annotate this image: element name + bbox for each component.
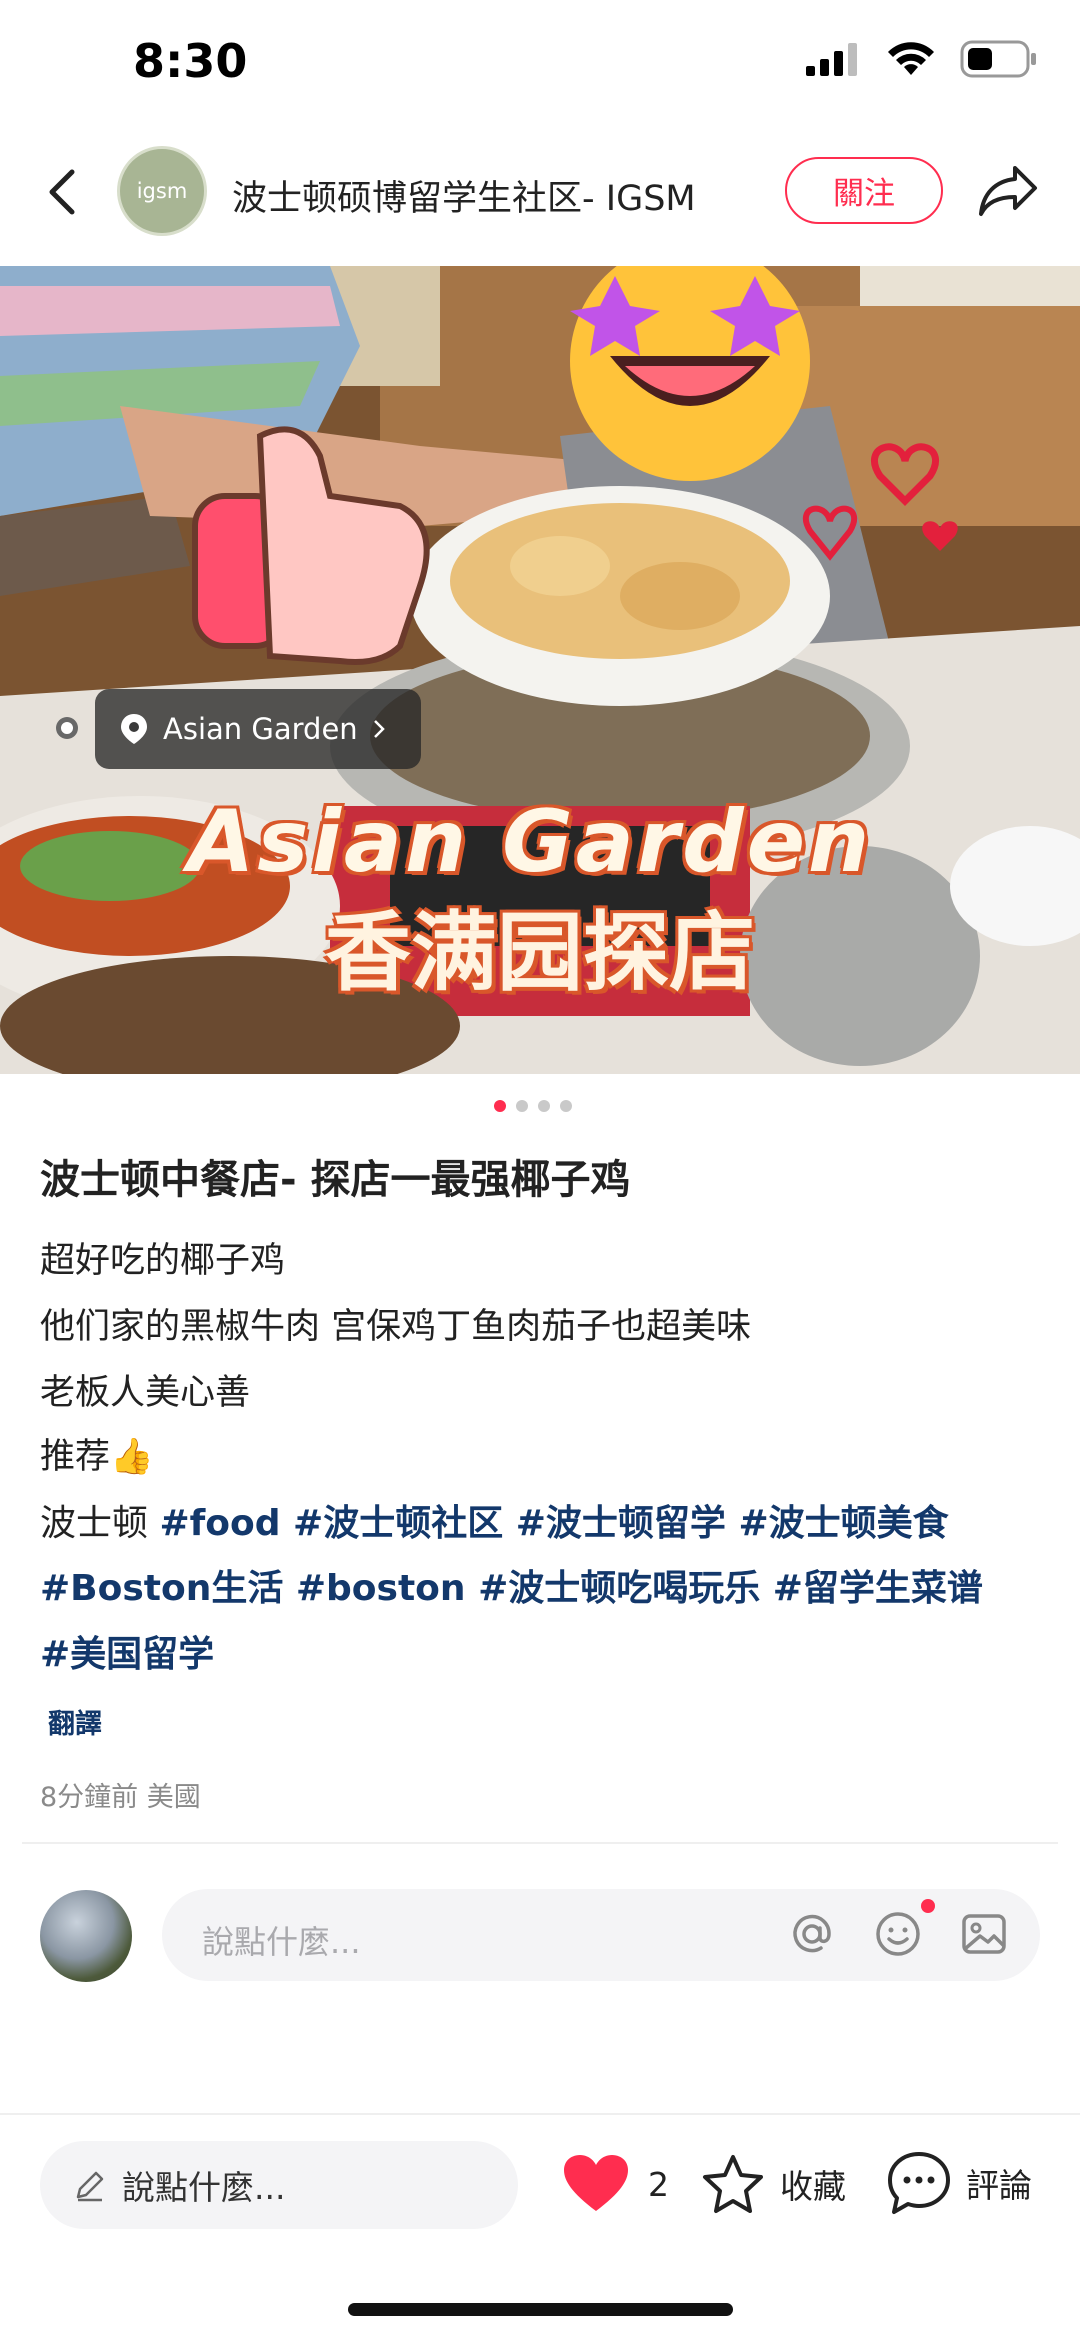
share-arrow-icon xyxy=(979,166,1037,216)
location-name: Asian Garden xyxy=(163,712,358,746)
chevron-right-icon xyxy=(373,720,385,738)
comment-placeholder: 說點什麼... xyxy=(202,1923,361,1961)
photo-overlay-title: Asian Garden xyxy=(187,792,873,892)
favorite-label: 收藏 xyxy=(780,2167,846,2206)
post-body-line: 老板人美心善 xyxy=(40,1373,251,1413)
author-name[interactable]: 波士顿硕博留学生社区- IGSM xyxy=(232,170,696,221)
hashtag-links[interactable]: #美国留学 xyxy=(40,1634,214,1675)
post-body-line: 推荐👍 xyxy=(40,1437,154,1477)
hashtag-line: #Boston生活 #boston #波士顿吃喝玩乐 #留学生菜谱 xyxy=(40,1559,983,1611)
photo-pager xyxy=(494,1100,572,1112)
post-body-line: 超好吃的椰子鸡 xyxy=(40,1241,286,1281)
comment-label: 評論 xyxy=(966,2166,1032,2205)
pager-dot xyxy=(494,1100,506,1112)
follow-button[interactable]: 關注 xyxy=(785,157,943,224)
comment-button[interactable]: 評論 xyxy=(886,2150,1032,2216)
user-avatar[interactable] xyxy=(40,1890,132,1982)
at-sign-icon xyxy=(793,1914,831,1953)
wifi-icon xyxy=(888,42,934,75)
back-button[interactable] xyxy=(36,160,92,224)
location-tag[interactable]: Asian Garden xyxy=(95,689,421,769)
pencil-icon xyxy=(76,2171,104,2202)
heart-icon xyxy=(564,2155,628,2211)
location-pin-icon xyxy=(121,714,147,744)
bottom-input-label: 說點什麼... xyxy=(122,2168,286,2207)
bottom-comment-input[interactable]: 說點什麼... xyxy=(40,2141,518,2229)
translate-button[interactable]: 翻譯 xyxy=(48,1702,102,1741)
pager-dot xyxy=(516,1100,528,1112)
status-time: 8:30 xyxy=(133,34,248,88)
post-body-line: 他们家的黑椒牛肉 宫保鸡丁鱼肉茄子也超美味 xyxy=(40,1307,752,1347)
hashtag-line: 波士顿 #food #波士顿社区 #波士顿留学 #波士顿美食 xyxy=(40,1494,949,1546)
pager-dot xyxy=(560,1100,572,1112)
image-picker-button[interactable] xyxy=(958,1908,1010,1964)
like-button[interactable]: 2 xyxy=(562,2153,669,2215)
chat-bubble-icon xyxy=(888,2152,950,2214)
emoji-button[interactable] xyxy=(872,1908,924,1964)
author-avatar[interactable]: igsm xyxy=(117,146,207,236)
location-tag-dot xyxy=(56,717,78,739)
smiley-icon xyxy=(876,1912,920,1956)
chevron-left-icon xyxy=(49,169,75,215)
favorite-button[interactable]: 收藏 xyxy=(700,2153,846,2215)
home-indicator[interactable] xyxy=(348,2303,733,2316)
hashtag-links[interactable]: #Boston生活 #boston #波士顿吃喝玩乐 #留学生菜谱 xyxy=(40,1568,983,1609)
star-icon xyxy=(703,2155,763,2213)
notification-dot xyxy=(921,1899,935,1913)
pager-dot xyxy=(538,1100,550,1112)
cellular-signal-icon xyxy=(806,43,857,76)
divider xyxy=(22,1842,1058,1844)
share-button[interactable] xyxy=(975,160,1041,222)
image-icon xyxy=(962,1914,1006,1954)
hashtag-links[interactable]: #food #波士顿社区 #波士顿留学 #波士顿美食 xyxy=(159,1503,948,1544)
like-count: 2 xyxy=(648,2164,669,2204)
avatar-text: igsm xyxy=(136,179,188,203)
post-title: 波士顿中餐店- 探店一最强椰子鸡 xyxy=(40,1157,631,1203)
post-text: 波士顿 xyxy=(40,1503,160,1544)
divider xyxy=(0,2113,1080,2115)
post-meta: 8分鐘前 美國 xyxy=(40,1782,201,1813)
status-icons xyxy=(806,40,1038,78)
mention-button[interactable] xyxy=(786,1908,838,1964)
hashtag-line: #美国留学 xyxy=(40,1625,214,1677)
photo-overlay-subtitle: 香满园探店 xyxy=(325,903,755,1003)
battery-icon xyxy=(960,40,1036,78)
